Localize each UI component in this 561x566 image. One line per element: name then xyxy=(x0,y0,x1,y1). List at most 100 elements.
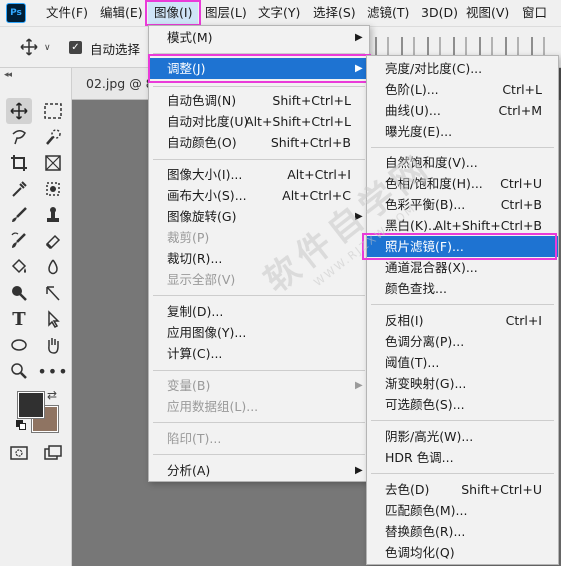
menu-image[interactable]: 图像(I) xyxy=(148,0,199,26)
menu-separator xyxy=(153,295,365,296)
adjust-channel-mixer[interactable]: 通道混合器(X)... xyxy=(367,257,558,278)
adjust-curves[interactable]: 曲线(U)... Ctrl+M xyxy=(367,100,558,121)
adjust-invert[interactable]: 反相(I) Ctrl+I xyxy=(367,310,558,331)
menu-file[interactable]: 文件(F) xyxy=(46,0,88,26)
eyedropper-tool-icon[interactable] xyxy=(6,176,32,202)
image-menu-auto-contrast[interactable]: 自动对比度(U) Alt+Shift+Ctrl+L xyxy=(149,111,369,132)
adjust-hue-saturation[interactable]: 色相/饱和度(H)... Ctrl+U xyxy=(367,173,558,194)
image-menu-mode[interactable]: 模式(M) ▶ xyxy=(149,27,369,48)
quick-mask-icon[interactable] xyxy=(6,440,32,466)
align-left-icon[interactable] xyxy=(375,37,389,55)
adjust-vibrance[interactable]: 自然饱和度(V)... xyxy=(367,152,558,173)
submenu-arrow-icon: ▶ xyxy=(355,380,363,391)
image-menu-trap[interactable]: 陷印(T)... xyxy=(149,428,369,449)
menu-layer[interactable]: 图层(L) xyxy=(205,0,247,26)
adjust-posterize[interactable]: 色调分离(P)... xyxy=(367,331,558,352)
adjust-gradient-map[interactable]: 渐变映射(G)... xyxy=(367,373,558,394)
menu-3d[interactable]: 3D(D) xyxy=(421,0,458,26)
image-menu-variables[interactable]: 变量(B) ▶ xyxy=(149,375,369,396)
image-menu-auto-color[interactable]: 自动颜色(O) Shift+Ctrl+B xyxy=(149,132,369,153)
align-right-icon[interactable] xyxy=(427,37,441,55)
menu-type[interactable]: 文字(Y) xyxy=(258,0,300,26)
adjust-desaturate[interactable]: 去色(D) Shift+Ctrl+U xyxy=(367,479,558,500)
menu-edit[interactable]: 编辑(E) xyxy=(100,0,143,26)
adjust-shadows-highlights[interactable]: 阴影/高光(W)... xyxy=(367,426,558,447)
marquee-tool-icon[interactable] xyxy=(40,98,66,124)
adjust-color-balance[interactable]: 色彩平衡(B)... Ctrl+B xyxy=(367,194,558,215)
adjust-selective-color[interactable]: 可选颜色(S)... xyxy=(367,394,558,415)
adjustments-submenu: 亮度/对比度(C)... 色阶(L)... Ctrl+L 曲线(U)... Ctrl… xyxy=(366,55,559,565)
photoshop-logo-icon: Ps xyxy=(6,3,26,23)
submenu-arrow-icon: ▶ xyxy=(355,211,363,222)
menu-separator xyxy=(371,304,554,305)
align-center-icon[interactable] xyxy=(401,37,415,55)
hand-tool-icon[interactable] xyxy=(40,332,66,358)
image-menu-dropdown: 模式(M) ▶ 调整(J) ▶ 自动色调(N) Shift+Ctrl+L 自动对比度(… xyxy=(148,25,370,482)
image-menu-apply-image[interactable]: 应用图像(Y)... xyxy=(149,322,369,343)
adjust-threshold[interactable]: 阈值(T)... xyxy=(367,352,558,373)
spot-healing-tool-icon[interactable] xyxy=(40,176,66,202)
adjust-black-white[interactable]: 黑白(K)... Alt+Shift+Ctrl+B xyxy=(367,215,558,236)
frame-tool-icon[interactable] xyxy=(40,150,66,176)
adjust-color-lookup[interactable]: 颜色查找... xyxy=(367,278,558,299)
ellipse-tool-icon[interactable] xyxy=(6,332,32,358)
adjust-replace-color[interactable]: 替换颜色(R)... xyxy=(367,521,558,542)
blur-tool-icon[interactable] xyxy=(40,254,66,280)
menu-filter[interactable]: 滤镜(T) xyxy=(367,0,409,26)
image-menu-image-size[interactable]: 图像大小(I)... Alt+Ctrl+I xyxy=(149,164,369,185)
image-menu-apply-data-set[interactable]: 应用数据组(L)... xyxy=(149,396,369,417)
history-brush-tool-icon[interactable] xyxy=(6,228,32,254)
image-menu-crop[interactable]: 裁剪(P) xyxy=(149,227,369,248)
document-tab-label: 02.jpg @ 8 xyxy=(86,76,154,91)
image-menu-trim[interactable]: 裁切(R)... xyxy=(149,248,369,269)
menu-view[interactable]: 视图(V) xyxy=(466,0,509,26)
adjust-match-color[interactable]: 匹配颜色(M)... xyxy=(367,500,558,521)
pen-tool-icon[interactable] xyxy=(40,280,66,306)
menu-separator xyxy=(153,86,365,87)
document-tab[interactable]: 02.jpg @ 8 xyxy=(72,68,154,100)
paint-bucket-tool-icon[interactable] xyxy=(6,254,32,280)
clone-stamp-tool-icon[interactable] xyxy=(40,202,66,228)
zoom-tool-icon[interactable] xyxy=(6,358,32,384)
menu-window[interactable]: 窗口 xyxy=(522,0,547,26)
align-top-icon[interactable] xyxy=(453,37,467,55)
move-tool-icon[interactable] xyxy=(20,38,38,56)
tool-preset-chevron-icon[interactable]: ∨ xyxy=(44,43,51,53)
brush-tool-icon[interactable] xyxy=(6,202,32,228)
toolbox: ◂◂ T ••• ⇄ xyxy=(0,68,72,566)
adjust-equalize[interactable]: 色调均化(Q) xyxy=(367,542,558,563)
adjust-levels[interactable]: 色阶(L)... Ctrl+L xyxy=(367,79,558,100)
align-bottom-icon[interactable] xyxy=(505,37,519,55)
menu-select[interactable]: 选择(S) xyxy=(313,0,356,26)
image-menu-adjustments[interactable]: 调整(J) ▶ xyxy=(149,58,369,79)
eraser-tool-icon[interactable] xyxy=(40,228,66,254)
distribute-icon[interactable] xyxy=(531,37,545,55)
quick-selection-tool-icon[interactable] xyxy=(40,124,66,150)
lasso-tool-icon[interactable] xyxy=(6,124,32,150)
image-menu-duplicate[interactable]: 复制(D)... xyxy=(149,301,369,322)
type-tool-icon[interactable]: T xyxy=(6,306,32,332)
image-menu-canvas-size[interactable]: 画布大小(S)... Alt+Ctrl+C xyxy=(149,185,369,206)
more-tools-icon[interactable]: ••• xyxy=(37,358,67,384)
adjust-photo-filter[interactable]: 照片滤镜(F)... xyxy=(367,236,558,257)
image-menu-calculations[interactable]: 计算(C)... xyxy=(149,343,369,364)
adjust-exposure[interactable]: 曝光度(E)... xyxy=(367,121,558,142)
align-middle-icon[interactable] xyxy=(479,37,493,55)
adjust-hdr-toning[interactable]: HDR 色调... xyxy=(367,447,558,468)
image-menu-analysis[interactable]: 分析(A) ▶ xyxy=(149,460,369,481)
collapse-panel-icon[interactable]: ◂◂ xyxy=(4,70,12,80)
image-menu-auto-tone[interactable]: 自动色调(N) Shift+Ctrl+L xyxy=(149,90,369,111)
adjust-brightness-contrast[interactable]: 亮度/对比度(C)... xyxy=(367,58,558,79)
foreground-color-swatch[interactable] xyxy=(18,392,44,418)
default-colors-icon[interactable] xyxy=(16,420,26,430)
screen-mode-icon[interactable] xyxy=(40,440,66,466)
crop-tool-icon[interactable] xyxy=(6,150,32,176)
image-menu-reveal-all[interactable]: 显示全部(V) xyxy=(149,269,369,290)
move-tool-icon[interactable] xyxy=(6,98,32,124)
dodge-tool-icon[interactable] xyxy=(6,280,32,306)
auto-select-checkbox[interactable]: ✓ xyxy=(69,41,82,54)
swap-colors-icon[interactable]: ⇄ xyxy=(47,388,57,402)
image-menu-image-rotation[interactable]: 图像旋转(G) ▶ xyxy=(149,206,369,227)
menu-separator xyxy=(153,422,365,423)
path-selection-tool-icon[interactable] xyxy=(40,306,66,332)
